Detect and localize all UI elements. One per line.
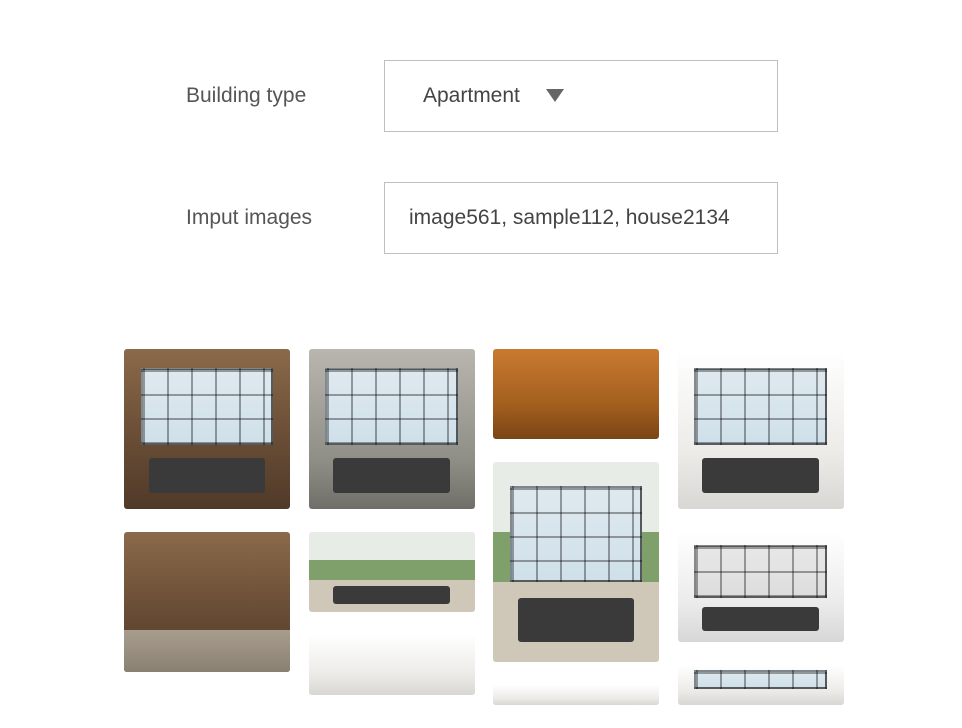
gallery-thumbnail[interactable]: [678, 532, 844, 642]
chevron-down-icon: [546, 89, 564, 103]
gallery-thumbnail[interactable]: [493, 462, 659, 662]
gallery-thumbnail[interactable]: [678, 349, 844, 509]
gallery-thumbnail[interactable]: [309, 532, 475, 612]
input-images-field[interactable]: [384, 182, 778, 254]
gallery-thumbnail[interactable]: [309, 349, 475, 509]
image-gallery: [124, 349, 844, 728]
form-area: Building type Apartment Imput images: [0, 0, 962, 254]
building-type-value: Apartment: [423, 84, 520, 108]
gallery-thumbnail[interactable]: [493, 685, 659, 705]
gallery-thumbnail[interactable]: [309, 635, 475, 695]
building-type-label: Building type: [186, 84, 384, 108]
gallery-thumbnail[interactable]: [493, 349, 659, 439]
input-images-label: Imput images: [186, 206, 384, 230]
building-type-row: Building type Apartment: [186, 60, 962, 132]
building-type-dropdown[interactable]: Apartment: [384, 60, 778, 132]
input-images-row: Imput images: [186, 182, 962, 254]
gallery-thumbnail[interactable]: [124, 532, 290, 672]
gallery-thumbnail[interactable]: [124, 349, 290, 509]
gallery-thumbnail[interactable]: [678, 665, 844, 705]
